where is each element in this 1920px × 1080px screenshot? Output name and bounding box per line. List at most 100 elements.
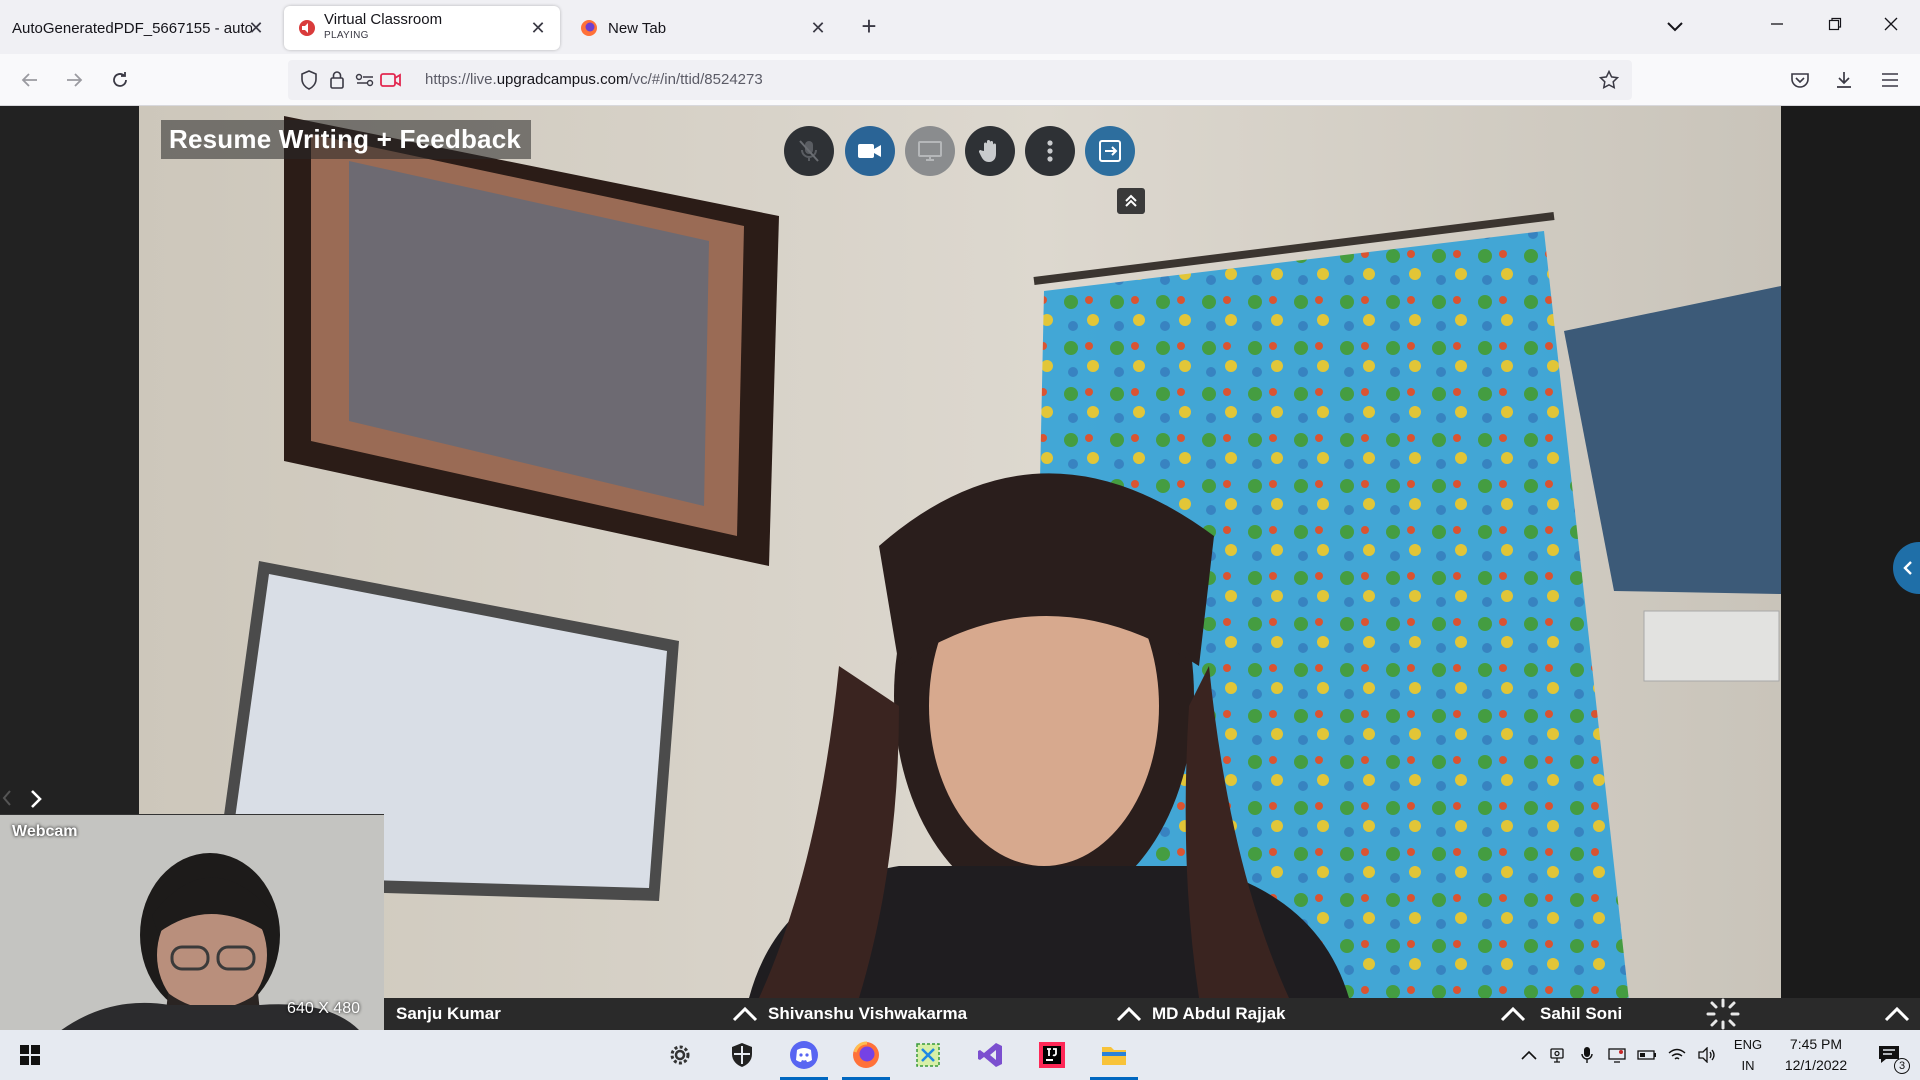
- tray-volume[interactable]: [1694, 1030, 1720, 1080]
- tab-close-icon[interactable]: ✕: [528, 18, 548, 38]
- clock-date: 12/1/2022: [1784, 1057, 1848, 1073]
- app-menu-button[interactable]: [1874, 64, 1906, 96]
- taskbar-firefox[interactable]: [836, 1030, 896, 1080]
- taskbar-discord[interactable]: [774, 1030, 834, 1080]
- language-code: ENG: [1733, 1037, 1763, 1052]
- tray-wifi[interactable]: [1664, 1030, 1690, 1080]
- speaker-playing-icon: [299, 20, 315, 36]
- intellij-icon: [1039, 1042, 1065, 1068]
- chevron-up-icon[interactable]: [1498, 1004, 1528, 1024]
- participant-name: MD Abdul Rajjak: [1152, 1004, 1286, 1023]
- participant-name: Shivanshu Vishwakarma: [768, 1004, 968, 1023]
- back-button[interactable]: [14, 64, 46, 96]
- tray-microphone[interactable]: [1574, 1030, 1600, 1080]
- mute-microphone-button[interactable]: [784, 126, 834, 176]
- tab-autogenerated-pdf[interactable]: AutoGeneratedPDF_5667155 - auto ✕: [0, 6, 278, 50]
- participant-item[interactable]: MD Abdul Rajjak: [1114, 998, 1286, 1030]
- visual-studio-icon: [978, 1043, 1002, 1067]
- windows-taskbar: ENG IN 7:45 PM 12/1/2022 3: [0, 1030, 1920, 1080]
- tab-playing-status: PLAYING: [324, 30, 369, 41]
- list-all-tabs-button[interactable]: [1662, 14, 1688, 40]
- tab-virtual-classroom[interactable]: Virtual Classroom PLAYING ✕: [284, 6, 560, 50]
- taskbar-file-explorer[interactable]: [1084, 1030, 1144, 1080]
- permissions-icon[interactable]: [354, 69, 376, 91]
- downloads-button[interactable]: [1828, 64, 1860, 96]
- forward-button[interactable]: [58, 64, 90, 96]
- download-icon: [1837, 72, 1851, 88]
- webcam-resolution: 640 X 480: [287, 1000, 360, 1017]
- chevron-up-icon[interactable]: [1114, 1004, 1144, 1024]
- session-title: Resume Writing + Feedback: [161, 120, 532, 159]
- participants-bar: Sanju Kumar Shivanshu Vishwakarma MD Abd…: [384, 998, 1920, 1030]
- notification-center-button[interactable]: 3: [1864, 1030, 1914, 1080]
- participant-item[interactable]: Sanju Kumar: [396, 998, 501, 1030]
- raise-hand-button[interactable]: [965, 126, 1015, 176]
- minimize-button[interactable]: [1754, 8, 1800, 46]
- tray-webcam[interactable]: [1544, 1030, 1570, 1080]
- firefox-icon: [853, 1041, 879, 1068]
- reload-icon: [113, 72, 127, 87]
- presenter-video: Resume Writing + Feedback: [139, 106, 1781, 998]
- chevron-left-icon[interactable]: [2, 790, 12, 806]
- volume-icon: [1698, 1047, 1715, 1063]
- restore-button[interactable]: [1812, 8, 1858, 46]
- clock-time: 7:45 PM: [1789, 1036, 1843, 1052]
- loading-indicator: [1706, 998, 1740, 1030]
- reload-button[interactable]: [104, 64, 136, 96]
- virtual-classroom: Resume Writing + Feedback Webcam 640 X 4…: [0, 106, 1920, 1030]
- close-window-button[interactable]: [1868, 8, 1914, 46]
- left-panel: [0, 106, 139, 814]
- mic-muted-icon: [799, 140, 819, 162]
- display-icon: [1608, 1048, 1626, 1063]
- taskbar-snipping-tool[interactable]: [898, 1030, 958, 1080]
- bookmark-star-icon[interactable]: [1598, 69, 1620, 91]
- shield-icon[interactable]: [298, 69, 320, 91]
- chevron-up-icon[interactable]: [730, 1004, 760, 1024]
- minimize-icon: [1771, 23, 1783, 25]
- region-code: IN: [1741, 1058, 1755, 1073]
- lock-icon[interactable]: [326, 69, 348, 91]
- tab-title: Virtual Classroom: [324, 12, 443, 28]
- participant-item[interactable]: Sahil Soni: [1498, 998, 1622, 1030]
- show-hidden-icons-button[interactable]: [1516, 1030, 1542, 1080]
- new-tab-button[interactable]: +: [856, 12, 882, 42]
- microphone-icon: [1581, 1047, 1593, 1063]
- tray-display[interactable]: [1604, 1030, 1630, 1080]
- more-options-button[interactable]: [1025, 126, 1075, 176]
- tab-close-icon[interactable]: ✕: [808, 18, 828, 38]
- chevron-up-icon[interactable]: [1882, 1004, 1912, 1024]
- chevron-up-icon: [1521, 1050, 1537, 1060]
- double-chevron-up-icon: [1125, 194, 1137, 207]
- input-language[interactable]: ENG IN: [1728, 1034, 1768, 1076]
- tab-new-tab[interactable]: New Tab ✕: [566, 6, 840, 50]
- taskbar-intellij[interactable]: [1022, 1030, 1082, 1080]
- tab-title: AutoGeneratedPDF_5667155 - auto: [12, 19, 252, 37]
- participant-item[interactable]: Shivanshu Vishwakarma: [730, 998, 967, 1030]
- close-icon: [1884, 17, 1898, 31]
- camera-toggle-button[interactable]: [845, 126, 895, 176]
- taskbar-windows-security[interactable]: [712, 1030, 772, 1080]
- system-clock[interactable]: 7:45 PM 12/1/2022: [1768, 1034, 1864, 1076]
- windows-logo-icon: [20, 1045, 40, 1065]
- taskbar-settings[interactable]: [650, 1030, 710, 1080]
- taskbar-visual-studio[interactable]: [960, 1030, 1020, 1080]
- tray-battery[interactable]: [1634, 1030, 1660, 1080]
- start-button[interactable]: [0, 1030, 60, 1080]
- expand-participants-button[interactable]: [1882, 998, 1912, 1030]
- tab-close-icon[interactable]: ✕: [246, 18, 266, 38]
- webcam-preview: Webcam 640 X 480: [0, 814, 384, 1030]
- settings-icon: [670, 1045, 690, 1065]
- more-options-icon: [1047, 140, 1053, 162]
- url-text: https://live.upgradcampus.com/vc/#/in/tt…: [425, 71, 763, 88]
- address-bar[interactable]: https://live.upgradcampus.com/vc/#/in/tt…: [288, 60, 1632, 100]
- notification-count: 3: [1894, 1058, 1910, 1074]
- hamburger-menu-icon: [1882, 73, 1898, 87]
- chevron-right-icon[interactable]: [30, 790, 42, 808]
- screen-share-button[interactable]: [905, 126, 955, 176]
- pocket-button[interactable]: [1784, 64, 1816, 96]
- collapse-controls-button[interactable]: [1117, 188, 1145, 214]
- camera-sharing-icon[interactable]: [380, 69, 402, 91]
- exit-classroom-button[interactable]: [1085, 126, 1135, 176]
- snipping-tool-icon: [916, 1043, 940, 1067]
- webcam-label: Webcam: [12, 823, 78, 840]
